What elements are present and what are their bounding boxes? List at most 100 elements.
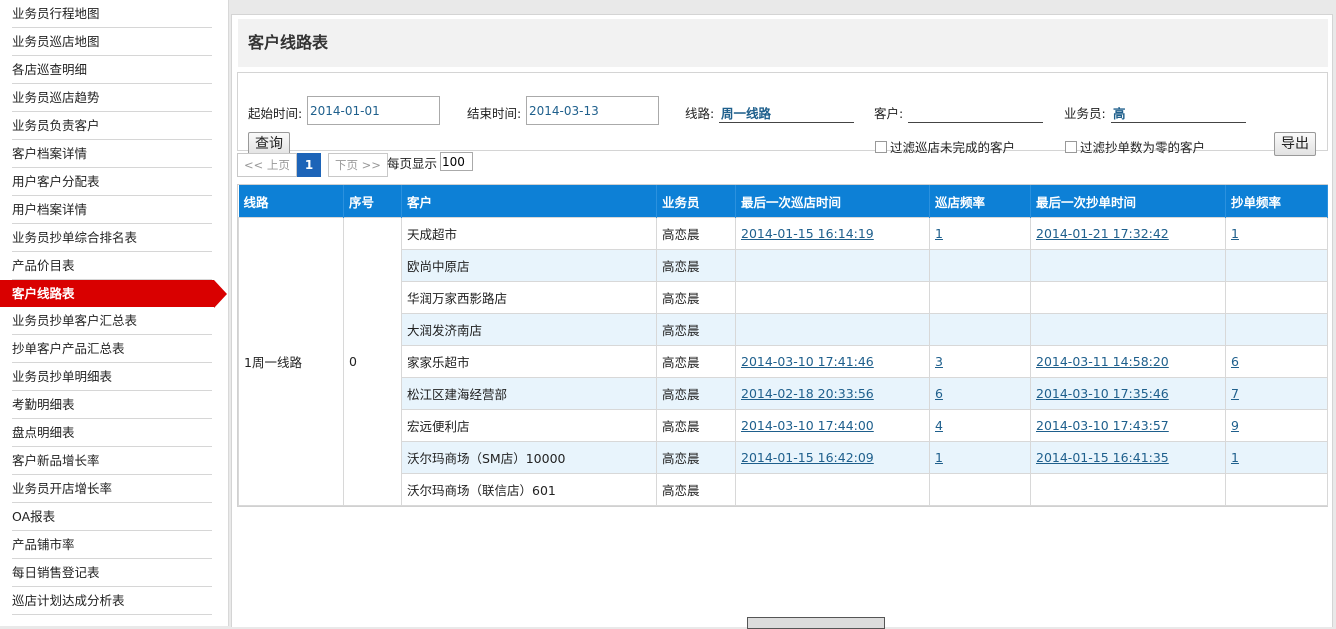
table-row: 家家乐超市 高恋晨 2014-03-10 17:41:46 3 2014-03-… <box>239 345 1328 378</box>
visit-freq-link[interactable]: 1 <box>935 226 943 241</box>
visit-freq-link[interactable]: 6 <box>935 386 943 401</box>
last-order-link[interactable]: 2014-01-15 16:41:35 <box>1036 450 1169 465</box>
sidebar-item-new-product-growth[interactable]: 客户新品增长率 <box>12 447 212 475</box>
order-freq-link[interactable]: 1 <box>1231 226 1239 241</box>
salesman-label: 业务员: <box>1064 106 1106 121</box>
sidebar-item-salesman-route-map[interactable]: 业务员行程地图 <box>12 1 212 28</box>
end-time-label: 结束时间: <box>467 106 522 121</box>
sidebar-item-user-customer-assignment[interactable]: 用户客户分配表 <box>12 168 212 196</box>
sidebar-item-store-inspection-detail[interactable]: 各店巡查明细 <box>12 56 212 84</box>
page-title: 客户线路表 <box>238 19 1328 67</box>
route-input[interactable] <box>719 102 854 123</box>
sidebar-item-order-ranking[interactable]: 业务员抄单综合排名表 <box>12 224 212 252</box>
col-header-order-freq[interactable]: 抄单频率 <box>1225 185 1328 218</box>
last-visit-link[interactable]: 2014-01-15 16:14:19 <box>741 226 874 241</box>
table-row: 沃尔玛商场（SM店）10000 高恋晨 2014-01-15 16:42:09 … <box>239 441 1328 474</box>
col-header-salesman[interactable]: 业务员 <box>656 185 736 218</box>
col-header-route[interactable]: 线路 <box>238 185 344 218</box>
salesman-cell: 高恋晨 <box>656 313 736 346</box>
last-order-link[interactable]: 2014-03-10 17:43:57 <box>1036 418 1169 433</box>
last-visit-link[interactable]: 2014-01-15 16:42:09 <box>741 450 874 465</box>
sidebar-item-product-coverage[interactable]: 产品铺市率 <box>12 531 212 559</box>
col-header-customer[interactable]: 客户 <box>401 185 657 218</box>
sidebar-item-oa-report[interactable]: OA报表 <box>12 503 212 531</box>
customer-cell: 欧尚中原店 <box>401 249 657 282</box>
customer-cell: 松江区建海经营部 <box>401 377 657 410</box>
last-order-link[interactable]: 2014-03-10 17:35:46 <box>1036 386 1169 401</box>
customer-cell: 华润万家西影路店 <box>401 281 657 314</box>
last-order-link[interactable]: 2014-03-11 14:58:20 <box>1036 354 1169 369</box>
table-row: 宏远便利店 高恋晨 2014-03-10 17:44:00 4 2014-03-… <box>239 409 1328 442</box>
table-row: 华润万家西影路店 高恋晨 <box>239 281 1328 314</box>
prev-page-button[interactable]: << 上页 <box>237 153 297 177</box>
checkbox-box[interactable] <box>875 141 887 153</box>
main-panel: 客户线路表 起始时间: 结束时间: 线路: 客户: 业务员: 查询 过滤巡店未完… <box>231 14 1333 627</box>
customer-cell: 沃尔玛商场（SM店）10000 <box>401 441 657 474</box>
sidebar-item-visit-plan-analysis[interactable]: 巡店计划达成分析表 <box>12 587 212 615</box>
export-button[interactable]: 导出 <box>1274 132 1316 156</box>
sidebar-nav: 业务员行程地图 业务员巡店地图 各店巡查明细 业务员巡店趋势 业务员负责客户 客… <box>0 0 229 626</box>
salesman-cell: 高恋晨 <box>656 345 736 378</box>
next-page-button[interactable]: 下页 >> <box>328 153 388 177</box>
visit-freq-link[interactable]: 3 <box>935 354 943 369</box>
col-header-visit-freq[interactable]: 巡店频率 <box>929 185 1031 218</box>
sidebar-item-salesman-store-map[interactable]: 业务员巡店地图 <box>12 28 212 56</box>
last-visit-link[interactable]: 2014-03-10 17:44:00 <box>741 418 874 433</box>
sidebar-item-order-customer-summary[interactable]: 业务员抄单客户汇总表 <box>12 307 212 335</box>
sidebar-item-price-list[interactable]: 产品价目表 <box>12 252 212 280</box>
end-time-input[interactable] <box>526 96 659 125</box>
col-header-last-order[interactable]: 最后一次抄单时间 <box>1030 185 1226 218</box>
table-row: 欧尚中原店 高恋晨 <box>239 249 1328 282</box>
salesman-cell: 高恋晨 <box>656 473 736 506</box>
order-freq-link[interactable]: 7 <box>1231 386 1239 401</box>
table-header: 线路 序号 客户 业务员 最后一次巡店时间 巡店频率 最后一次抄单时间 抄单频率 <box>238 185 1328 218</box>
visit-freq-link[interactable]: 1 <box>935 450 943 465</box>
current-page[interactable]: 1 <box>297 153 321 177</box>
customer-route-table: 线路 序号 客户 业务员 最后一次巡店时间 巡店频率 最后一次抄单时间 抄单频率… <box>237 184 1328 507</box>
checkbox-box[interactable] <box>1065 141 1077 153</box>
salesman-cell: 高恋晨 <box>656 249 736 282</box>
sidebar-item-inventory-detail[interactable]: 盘点明细表 <box>12 419 212 447</box>
sidebar-item-order-detail[interactable]: 业务员抄单明细表 <box>12 363 212 391</box>
salesman-cell: 高恋晨 <box>656 377 736 410</box>
sidebar-item-order-product-summary[interactable]: 抄单客户产品汇总表 <box>12 335 212 363</box>
customer-cell: 大润发济南店 <box>401 313 657 346</box>
last-order-link[interactable]: 2014-01-21 17:32:42 <box>1036 226 1169 241</box>
table-row: 沃尔玛商场（联信店）601 高恋晨 <box>239 473 1328 506</box>
last-visit-link[interactable]: 2014-02-18 20:33:56 <box>741 386 874 401</box>
sidebar-item-customer-file[interactable]: 客户档案详情 <box>12 140 212 168</box>
col-header-index[interactable]: 序号 <box>343 185 402 218</box>
table-row: 1周一线路 0 天成超市 高恋晨 2014-01-15 16:14:19 1 2… <box>238 217 1328 506</box>
sidebar-item-salesman-customers[interactable]: 业务员负责客户 <box>12 112 212 140</box>
filter-zero-order-checkbox[interactable]: 过滤抄单数为零的客户 <box>1065 137 1205 156</box>
customer-input[interactable] <box>908 102 1043 123</box>
index-cell: 0 <box>343 217 402 506</box>
customer-cell: 宏远便利店 <box>401 409 657 442</box>
start-time-input[interactable] <box>307 96 440 125</box>
filter-panel: 起始时间: 结束时间: 线路: 客户: 业务员: 查询 过滤巡店未完成的客户 过… <box>237 72 1328 156</box>
salesman-cell: 高恋晨 <box>656 281 736 314</box>
floating-toolbar-fragment[interactable] <box>747 617 885 629</box>
route-cell: 1周一线路 <box>238 217 344 506</box>
filter-unfinished-visit-checkbox[interactable]: 过滤巡店未完成的客户 <box>875 137 1015 156</box>
last-visit-link[interactable]: 2014-03-10 17:41:46 <box>741 354 874 369</box>
sidebar-item-daily-sales[interactable]: 每日销售登记表 <box>12 559 212 587</box>
sidebar-item-customer-route[interactable]: 客户线路表 <box>0 280 227 308</box>
sidebar-item-user-file[interactable]: 用户档案详情 <box>12 196 212 224</box>
salesman-cell: 高恋晨 <box>656 441 736 474</box>
route-label: 线路: <box>685 106 715 121</box>
per-page-input[interactable] <box>440 152 473 171</box>
salesman-cell: 高恋晨 <box>656 217 736 250</box>
sidebar-item-store-open-growth[interactable]: 业务员开店增长率 <box>12 475 212 503</box>
order-freq-link[interactable]: 1 <box>1231 450 1239 465</box>
sidebar-item-attendance-detail[interactable]: 考勤明细表 <box>12 391 212 419</box>
salesman-input[interactable] <box>1111 102 1246 123</box>
filter-zero-order-label: 过滤抄单数为零的客户 <box>1080 140 1206 155</box>
visit-freq-link[interactable]: 4 <box>935 418 943 433</box>
salesman-cell: 高恋晨 <box>656 409 736 442</box>
customer-cell: 沃尔玛商场（联信店）601 <box>401 473 657 506</box>
order-freq-link[interactable]: 9 <box>1231 418 1239 433</box>
col-header-last-visit[interactable]: 最后一次巡店时间 <box>735 185 930 218</box>
order-freq-link[interactable]: 6 <box>1231 354 1239 369</box>
sidebar-item-salesman-visit-trend[interactable]: 业务员巡店趋势 <box>12 84 212 112</box>
